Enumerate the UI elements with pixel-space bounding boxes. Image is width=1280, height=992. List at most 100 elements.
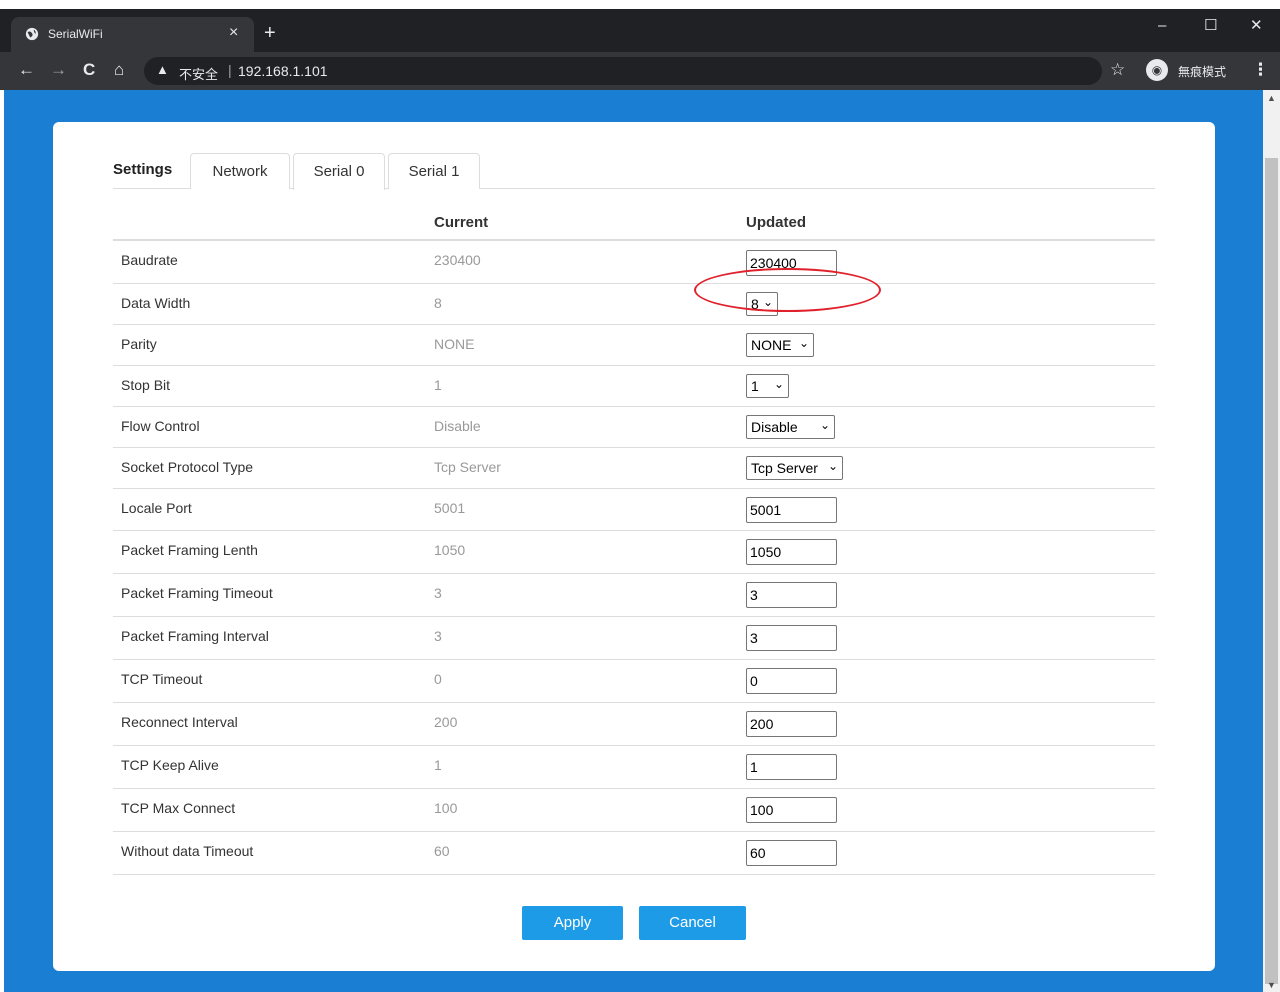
row-current-value: 200 — [434, 714, 458, 730]
table-header: Current Updated — [113, 204, 1155, 241]
chevron-down-icon: ⌄ — [819, 418, 830, 432]
row-label: Packet Framing Lenth — [121, 542, 258, 558]
table-row-packet-framing-timeout: Packet Framing Timeout 3 3 — [113, 574, 1155, 617]
parity-select[interactable]: NONE ⌄ — [746, 333, 814, 357]
row-label: Socket Protocol Type — [121, 459, 254, 475]
row-label: Baudrate — [121, 252, 178, 268]
row-current-value: 100 — [434, 800, 458, 816]
row-current-value: 1 — [434, 757, 442, 773]
browser-tab[interactable]: SerialWiFi × — [11, 17, 254, 52]
header-updated: Updated — [746, 214, 806, 231]
forward-arrow-icon[interactable]: → — [50, 60, 67, 80]
select-value: Disable — [751, 419, 798, 435]
flow-control-select[interactable]: Disable ⌄ — [746, 415, 835, 439]
bookmark-star-icon[interactable]: ☆ — [1110, 60, 1125, 80]
row-current-value: 0 — [434, 671, 442, 687]
row-label: Stop Bit — [121, 377, 171, 393]
packet-framing-interval-input[interactable]: 3 — [746, 625, 837, 651]
tcp-timeout-input[interactable]: 0 — [746, 668, 837, 694]
row-current-value: Disable — [434, 418, 481, 434]
reload-icon[interactable]: C — [83, 60, 95, 80]
row-label: Packet Framing Interval — [121, 628, 269, 644]
table-row-data-width: Data Width 8 8 ⌄ — [113, 284, 1155, 325]
table-row-baudrate: Baudrate 230400 230400 — [113, 241, 1155, 284]
row-current-value: 1 — [434, 377, 442, 393]
scroll-down-icon[interactable]: ▼ — [1267, 980, 1276, 990]
row-label: Parity — [121, 336, 157, 352]
incognito-icon: ◉ — [1146, 59, 1168, 81]
select-value: 1 — [751, 378, 759, 394]
locale-port-input[interactable]: 5001 — [746, 497, 837, 523]
scroll-up-icon[interactable]: ▲ — [1267, 93, 1276, 103]
reconnect-interval-input[interactable]: 200 — [746, 711, 837, 737]
row-current-value: NONE — [434, 336, 475, 352]
packet-framing-timeout-input[interactable]: 3 — [746, 582, 837, 608]
cancel-button[interactable]: Cancel — [639, 906, 746, 940]
select-value: Tcp Server — [751, 460, 818, 476]
highlight-annotation — [694, 268, 881, 312]
serial-settings-table: Current Updated Baudrate 230400 230400 D… — [113, 204, 1155, 875]
row-current-value: 8 — [434, 295, 442, 311]
browser-titlebar: SerialWiFi × + – ☐ ✕ — [0, 9, 1280, 52]
socket-protocol-select[interactable]: Tcp Server ⌄ — [746, 456, 843, 480]
stop-bit-select[interactable]: 1 ⌄ — [746, 374, 789, 398]
incognito-label: 無痕模式 — [1178, 65, 1227, 79]
table-row-tcp-keep-alive: TCP Keep Alive 1 1 — [113, 746, 1155, 789]
header-current: Current — [434, 214, 489, 231]
chevron-down-icon: ⌄ — [798, 336, 809, 350]
browser-toolbar: ← → C ⌂ ▲ 不安全 | 192.168.1.101 ☆ ◉ 無痕模式 ⋮ — [0, 52, 1280, 90]
tcp-max-connect-input[interactable]: 100 — [746, 797, 837, 823]
browser-tab-title: SerialWiFi — [48, 27, 103, 41]
brand-logo — [64, 90, 244, 100]
row-label: Reconnect Interval — [121, 714, 238, 730]
warning-triangle-icon: ▲ — [156, 62, 169, 77]
settings-tabs: Settings Network Serial 0 Serial 1 — [113, 153, 1155, 190]
tcp-keep-alive-input[interactable]: 1 — [746, 754, 837, 780]
row-current-value: 230400 — [434, 252, 481, 268]
window-close-icon[interactable]: ✕ — [1250, 17, 1263, 35]
browser-menu-icon[interactable]: ⋮ — [1252, 60, 1269, 80]
row-current-value: 3 — [434, 585, 442, 601]
close-tab-icon[interactable]: × — [229, 24, 238, 42]
new-tab-button[interactable]: + — [264, 23, 276, 43]
row-current-value: Tcp Server — [434, 459, 501, 475]
table-row-packet-framing-interval: Packet Framing Interval 3 3 — [113, 617, 1155, 660]
chevron-down-icon: ⌄ — [827, 459, 838, 473]
scrollbar-thumb[interactable] — [1265, 158, 1278, 984]
row-label: Locale Port — [121, 500, 192, 516]
chevron-down-icon: ⌄ — [773, 377, 784, 391]
row-label: Without data Timeout — [121, 843, 254, 859]
tab-network[interactable]: Network — [190, 153, 290, 189]
security-warning-label: 不安全 — [179, 67, 219, 82]
row-label: TCP Max Connect — [121, 800, 236, 816]
row-label: Packet Framing Timeout — [121, 585, 273, 601]
row-label: Data Width — [121, 295, 191, 311]
address-bar[interactable]: ▲ 不安全 | 192.168.1.101 — [144, 57, 1102, 85]
table-row-packet-framing-length: Packet Framing Lenth 1050 1050 — [113, 531, 1155, 574]
address-separator: | — [228, 62, 232, 78]
row-label: TCP Timeout — [121, 671, 203, 687]
tab-serial-1[interactable]: Serial 1 — [388, 153, 480, 189]
back-arrow-icon[interactable]: ← — [18, 60, 35, 80]
without-data-timeout-input[interactable]: 60 — [746, 840, 837, 866]
minimize-icon[interactable]: – — [1158, 17, 1166, 35]
address-url[interactable]: 192.168.1.101 — [238, 63, 328, 79]
page-scrollbar[interactable]: ▲ ▼ — [1263, 90, 1280, 992]
table-row-locale-port: Locale Port 5001 5001 — [113, 489, 1155, 531]
settings-heading: Settings — [113, 161, 173, 178]
table-row-stop-bit: Stop Bit 1 1 ⌄ — [113, 366, 1155, 407]
row-current-value: 60 — [434, 843, 450, 859]
packet-framing-length-input[interactable]: 1050 — [746, 539, 837, 565]
home-icon[interactable]: ⌂ — [114, 60, 124, 80]
row-current-value: 3 — [434, 628, 442, 644]
row-current-value: 5001 — [434, 500, 466, 516]
maximize-icon[interactable]: ☐ — [1204, 17, 1217, 35]
page-background: Settings Network Serial 0 Serial 1 Curre… — [4, 90, 1263, 992]
settings-card: Settings Network Serial 0 Serial 1 Curre… — [53, 122, 1215, 971]
tab-serial-0[interactable]: Serial 0 — [293, 153, 385, 190]
table-row-without-data-timeout: Without data Timeout 60 60 — [113, 832, 1155, 875]
table-row-tcp-max-connect: TCP Max Connect 100 100 — [113, 789, 1155, 832]
globe-icon — [25, 27, 39, 41]
table-row-tcp-timeout: TCP Timeout 0 0 — [113, 660, 1155, 703]
apply-button[interactable]: Apply — [522, 906, 623, 940]
